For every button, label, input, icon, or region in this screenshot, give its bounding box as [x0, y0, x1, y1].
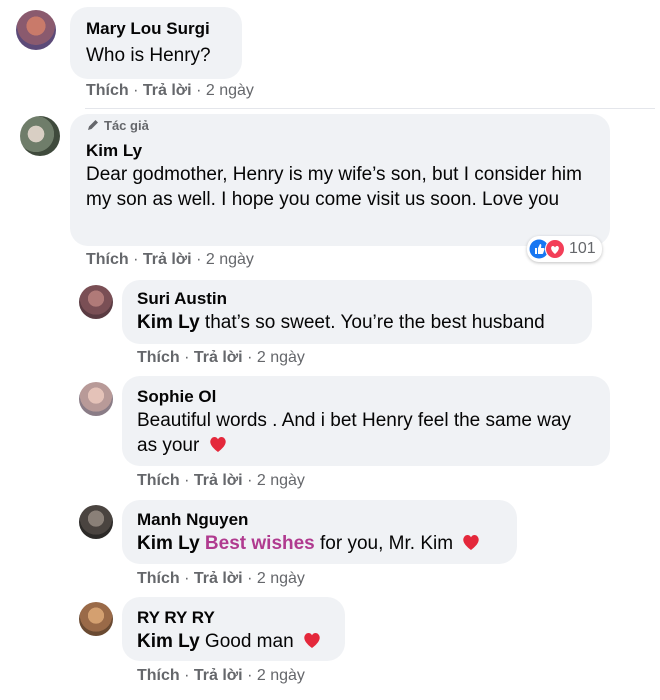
comment-author-name[interactable]: Kim Ly — [86, 141, 142, 161]
like-button[interactable]: Thích — [137, 667, 180, 684]
reply-button[interactable]: Trả lời — [143, 251, 192, 268]
reply-button[interactable]: Trả lời — [194, 472, 243, 489]
reply-button[interactable]: Trả lời — [194, 570, 243, 587]
heart-icon — [209, 437, 226, 452]
timestamp[interactable]: 2 ngày — [206, 251, 254, 268]
avatar-sophie-ol[interactable] — [79, 382, 113, 416]
reply-button[interactable]: Trả lời — [194, 349, 243, 366]
like-button[interactable]: Thích — [137, 472, 180, 489]
timestamp[interactable]: 2 ngày — [206, 82, 254, 99]
reply-actions: Thích · Trả lời · 2 ngày — [137, 472, 305, 489]
mention-kim-ly[interactable]: Kim Ly — [137, 312, 200, 333]
reply-text: Kim Ly Best wishes for you, Mr. Kim — [137, 531, 482, 556]
reply-text-body: that’s so sweet. You’re the best husband — [199, 312, 545, 333]
love-reaction-icon — [545, 239, 565, 259]
reply-text: Kim Ly Good man — [137, 629, 323, 654]
avatar-mary-lou-surgi[interactable] — [16, 10, 56, 50]
reply-text: Kim Ly that’s so sweet. You’re the best … — [137, 310, 545, 335]
timestamp[interactable]: 2 ngày — [257, 570, 305, 587]
like-button[interactable]: Thích — [86, 251, 129, 268]
reply-text: Beautiful words . And i bet Henry feel t… — [137, 408, 587, 458]
heart-icon — [463, 535, 480, 550]
avatar-manh-nguyen[interactable] — [79, 505, 113, 539]
comment-actions: Thích · Trả lời · 2 ngày — [86, 251, 254, 268]
reply-text-body: Good man — [199, 631, 294, 652]
divider — [85, 108, 655, 109]
reply-author-name[interactable]: Manh Nguyen — [137, 510, 248, 530]
timestamp[interactable]: 2 ngày — [257, 667, 305, 684]
reply-text-body: Beautiful words . And i bet Henry feel t… — [137, 410, 572, 456]
reply-text-body: for you, Mr. Kim — [314, 533, 454, 554]
timestamp[interactable]: 2 ngày — [257, 349, 305, 366]
reply-author-name[interactable]: Suri Austin — [137, 289, 227, 309]
highlighted-text: Best wishes — [204, 533, 315, 554]
comment-text: Who is Henry? — [86, 45, 211, 66]
reaction-count: 101 — [569, 240, 596, 257]
pencil-icon — [88, 120, 98, 130]
comment-text: Dear godmother, Henry is my wife’s son, … — [86, 164, 582, 210]
reaction-summary[interactable]: 101 — [527, 236, 602, 262]
mention-kim-ly[interactable]: Kim Ly — [137, 631, 200, 652]
like-button[interactable]: Thích — [86, 82, 129, 99]
reply-button[interactable]: Trả lời — [143, 82, 192, 99]
reply-author-name[interactable]: RY RY RY — [137, 608, 215, 628]
author-badge: Tác giả — [86, 118, 149, 133]
author-badge-label: Tác giả — [104, 118, 149, 133]
like-button[interactable]: Thích — [137, 570, 180, 587]
reply-actions: Thích · Trả lời · 2 ngày — [137, 667, 305, 684]
heart-icon — [304, 633, 320, 648]
timestamp[interactable]: 2 ngày — [257, 472, 305, 489]
comment-actions: Thích · Trả lời · 2 ngày — [86, 82, 254, 99]
reply-actions: Thích · Trả lời · 2 ngày — [137, 349, 305, 366]
avatar-kim-ly[interactable] — [20, 116, 60, 156]
like-button[interactable]: Thích — [137, 349, 180, 366]
comment-author-name[interactable]: Mary Lou Surgi — [86, 19, 210, 39]
reply-button[interactable]: Trả lời — [194, 667, 243, 684]
mention-kim-ly[interactable]: Kim Ly — [137, 533, 200, 554]
avatar-ry-ry-ry[interactable] — [79, 602, 113, 636]
reply-actions: Thích · Trả lời · 2 ngày — [137, 570, 305, 587]
reply-author-name[interactable]: Sophie Ol — [137, 387, 216, 407]
avatar-suri-austin[interactable] — [79, 285, 113, 319]
